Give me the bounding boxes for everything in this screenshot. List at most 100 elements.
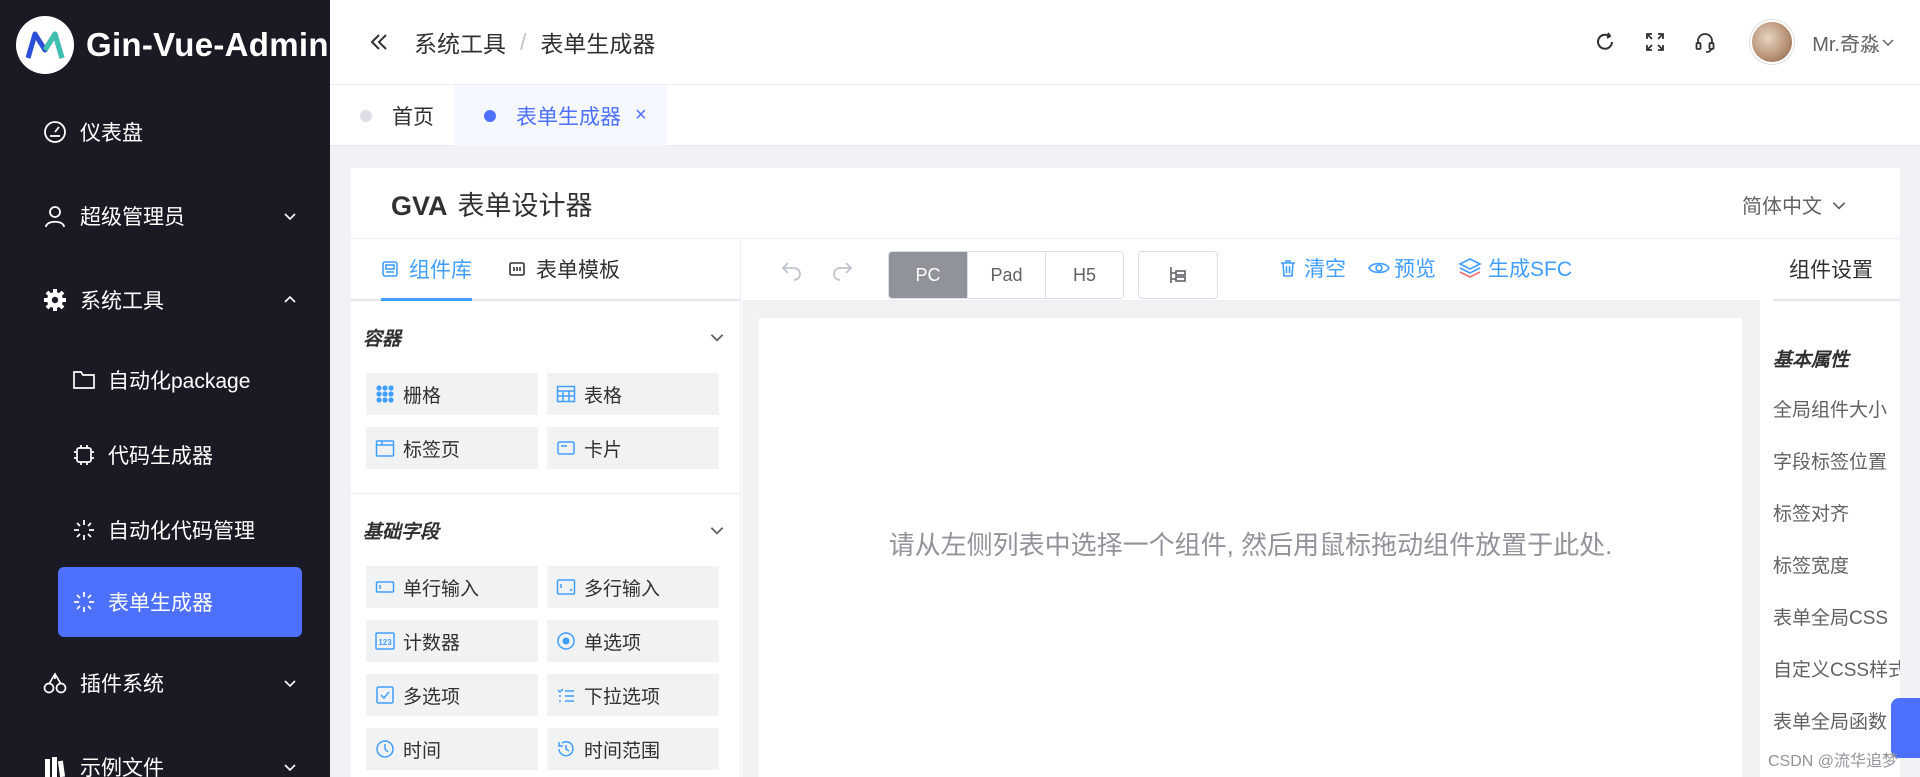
setting-label: 标签宽度 <box>1773 555 1850 577</box>
headset-icon[interactable] <box>1692 29 1718 55</box>
setting-label: 标签对齐 <box>1773 503 1850 525</box>
watermark: CSDN @流华追梦 <box>1768 753 1899 770</box>
tab-form-templates[interactable]: 表单模板 <box>508 239 620 299</box>
designer-title-brand: GVA <box>391 190 448 221</box>
component-card[interactable]: 卡片 <box>547 427 719 469</box>
chevron-down-icon <box>1882 39 1894 47</box>
sidebar-item-super-admin[interactable]: 超级管理员 <box>0 174 330 258</box>
dashboard-icon <box>42 119 68 145</box>
tab-component-settings[interactable]: 组件设置 <box>1773 239 1900 301</box>
sidebar-item-system-tools[interactable]: 系统工具 <box>0 258 330 342</box>
generate-sfc-button[interactable]: 生成SFC <box>1458 253 1572 283</box>
textarea-icon <box>555 576 577 598</box>
user-icon <box>42 203 68 229</box>
basic-field-components: 单行输入 多行输入 123 计数器 单选项 多选项 下拉选项 时间 时间范围 <box>351 566 740 770</box>
card-icon <box>555 437 577 459</box>
sidebar-item-label: 仪表盘 <box>80 122 143 145</box>
setting-label: 全局组件大小 <box>1773 399 1888 421</box>
loading-icon <box>72 590 96 614</box>
designer-header: GVA 表单设计器 简体中文 <box>351 168 1900 238</box>
clear-button[interactable]: 清空 <box>1278 253 1346 283</box>
component-grid[interactable]: 栅格 <box>366 373 538 415</box>
chip-icon <box>72 443 96 467</box>
component-time[interactable]: 时间 <box>366 728 538 770</box>
component-number[interactable]: 123 计数器 <box>366 620 538 662</box>
setting-label: 自定义CSS样式 <box>1773 659 1900 681</box>
component-radio[interactable]: 单选项 <box>547 620 719 662</box>
component-textarea[interactable]: 多行输入 <box>547 566 719 608</box>
template-icon <box>508 259 528 279</box>
component-label: 时间范围 <box>584 740 661 762</box>
form-canvas[interactable]: 请从左侧列表中选择一个组件, 然后用鼠标拖动组件放置于此处. <box>759 318 1742 777</box>
toolbar-actions: 清空 预览 生成SFC <box>1278 253 1594 283</box>
component-checkbox[interactable]: 多选项 <box>366 674 538 716</box>
avatar[interactable] <box>1750 20 1795 64</box>
group-container-header[interactable]: 容器 <box>351 301 740 373</box>
component-label: 多选项 <box>403 686 461 708</box>
component-table[interactable]: 表格 <box>547 373 719 415</box>
component-library-panel: 组件库 表单模板 容器 栅格 表格 标签页 卡片 基础字段 单行输入 多行输入 … <box>351 238 741 777</box>
breadcrumb-separator: / <box>520 28 527 55</box>
language-label: 简体中文 <box>1742 196 1822 218</box>
designer-title-text: 表单设计器 <box>457 190 593 221</box>
sidebar-subitem-form-generator[interactable]: 表单生成器 <box>58 567 302 637</box>
sidebar-subitem-code-generator[interactable]: 代码生成器 <box>0 417 330 492</box>
component-select[interactable]: 下拉选项 <box>547 674 719 716</box>
library-tabs: 组件库 表单模板 <box>351 239 740 301</box>
cherry-icon <box>42 670 68 696</box>
undo-icon[interactable] <box>780 257 804 281</box>
header-tools: Mr.奇淼 <box>1568 0 1896 84</box>
language-select[interactable]: 简体中文 <box>1742 190 1848 219</box>
loading-icon <box>72 518 96 542</box>
sidebar-item-label: 自动化package <box>108 369 251 393</box>
close-icon[interactable]: × <box>635 104 647 127</box>
tab-label: 首页 <box>392 105 434 129</box>
breadcrumb-item[interactable]: 系统工具 <box>414 25 506 59</box>
component-tabs[interactable]: 标签页 <box>366 427 538 469</box>
sidebar-item-plugins[interactable]: 插件系统 <box>0 641 330 725</box>
trash-icon <box>1278 257 1300 279</box>
tree-icon <box>1170 267 1186 283</box>
device-h5-button[interactable]: H5 <box>1045 252 1123 298</box>
component-label: 卡片 <box>584 439 623 461</box>
user-menu[interactable]: Mr.奇淼 <box>1812 28 1896 57</box>
fullscreen-icon[interactable] <box>1642 29 1668 55</box>
preview-button[interactable]: 预览 <box>1368 253 1436 283</box>
component-label: 时间 <box>403 740 442 762</box>
component-label: 单行输入 <box>403 578 480 600</box>
group-basic-fields-header[interactable]: 基础字段 <box>351 494 740 566</box>
tab-dot <box>484 109 496 122</box>
component-time-range[interactable]: 时间范围 <box>547 728 719 770</box>
node-tree-button[interactable] <box>1138 251 1218 299</box>
designer-title: GVA 表单设计器 <box>391 184 593 223</box>
tab-dot <box>360 109 372 122</box>
component-label: 多行输入 <box>584 578 661 600</box>
tab-home[interactable]: 首页 <box>330 85 454 146</box>
sidebar-item-example-files[interactable]: 示例文件 <box>0 725 330 777</box>
group-title: 容器 <box>363 328 402 350</box>
tab-form-generator[interactable]: 表单生成器 × <box>454 85 667 146</box>
tab-components[interactable]: 组件库 <box>381 239 472 301</box>
sidebar-item-label: 示例文件 <box>80 757 164 777</box>
eye-icon <box>1368 257 1390 279</box>
clock-icon <box>374 738 396 760</box>
page-tabs: 首页 表单生成器 × <box>330 84 1920 146</box>
device-pad-button[interactable]: Pad <box>967 252 1045 298</box>
setting-label: 字段标签位置 <box>1773 451 1888 473</box>
device-pc-button[interactable]: PC <box>889 252 967 298</box>
logo-row[interactable]: Gin-Vue-Admin <box>0 0 330 90</box>
component-input[interactable]: 单行输入 <box>366 566 538 608</box>
breadcrumb-item-current: 表单生成器 <box>540 31 656 57</box>
sidebar-item-label: 插件系统 <box>80 673 164 696</box>
sidebar-subitem-autopackage[interactable]: 自动化package <box>0 342 330 417</box>
sidebar-item-dashboard[interactable]: 仪表盘 <box>0 90 330 174</box>
username: Mr.奇淼 <box>1812 33 1880 56</box>
refresh-icon[interactable] <box>1592 29 1618 55</box>
app-title: Gin-Vue-Admin <box>86 26 329 63</box>
component-label: 栅格 <box>403 385 442 407</box>
tab-label: 组件库 <box>409 258 472 282</box>
component-label: 计数器 <box>403 632 461 654</box>
collapse-sidebar-icon[interactable] <box>368 30 392 54</box>
redo-icon[interactable] <box>830 257 854 281</box>
sidebar-subitem-autocode-admin[interactable]: 自动化代码管理 <box>0 492 330 567</box>
